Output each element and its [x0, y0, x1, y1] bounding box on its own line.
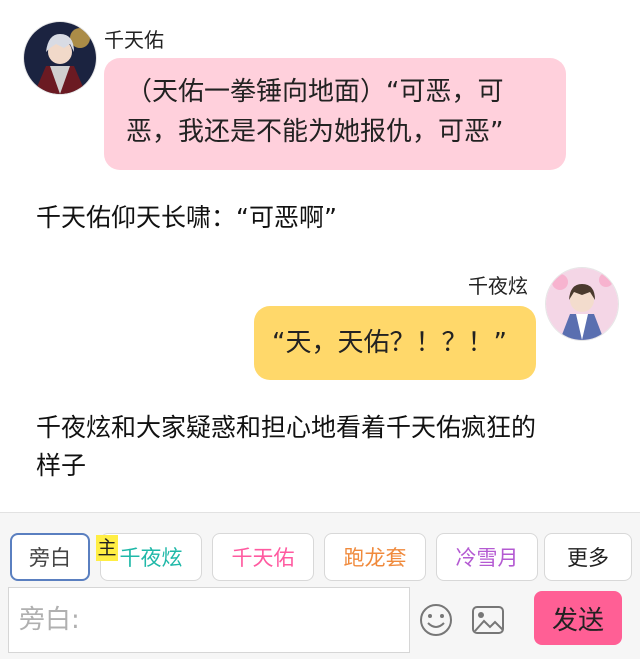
main-role-badge: 主 [96, 535, 118, 561]
avatar-image [546, 268, 618, 340]
avatar-image [24, 22, 96, 94]
image-icon[interactable] [470, 602, 506, 638]
sender-name-right: 千夜炫 [468, 274, 528, 298]
send-button[interactable]: 发送 [534, 591, 622, 645]
role-composer-bar: 旁白 千夜炫 主 千天佑 跑龙套 冷雪月 更多 旁白: 发送 [0, 512, 640, 659]
role-chip-more[interactable]: 更多 [544, 533, 632, 581]
message-bubble-right[interactable]: “天，天佑？！？！” [254, 306, 536, 380]
role-chip-paolongtao[interactable]: 跑龙套 [324, 533, 426, 581]
role-chip-lengxueyue[interactable]: 冷雪月 [436, 533, 538, 581]
role-chip-qiantianyou[interactable]: 千天佑 [212, 533, 314, 581]
emoji-icon[interactable] [418, 602, 454, 638]
chat-area: 千天佑 （天佑一拳锤向地面）“可恶，可恶，我还是不能为她报仇，可恶” 千天佑仰天… [0, 0, 640, 510]
role-chip-narrator[interactable]: 旁白 [10, 533, 90, 581]
message-bubble-left[interactable]: （天佑一拳锤向地面）“可恶，可恶，我还是不能为她报仇，可恶” [104, 58, 566, 170]
sender-name-left: 千天佑 [104, 28, 164, 52]
narration-text: 样子 [36, 451, 87, 480]
avatar-qiantianyou[interactable] [24, 22, 96, 94]
avatar-qianyexuan[interactable] [546, 268, 618, 340]
narration-text: 千天佑仰天长啸：“可恶啊” [36, 203, 337, 232]
narration-text: 千夜炫和大家疑惑和担心地看着千天佑疯狂的 [36, 413, 537, 442]
message-input[interactable]: 旁白: [8, 587, 410, 653]
